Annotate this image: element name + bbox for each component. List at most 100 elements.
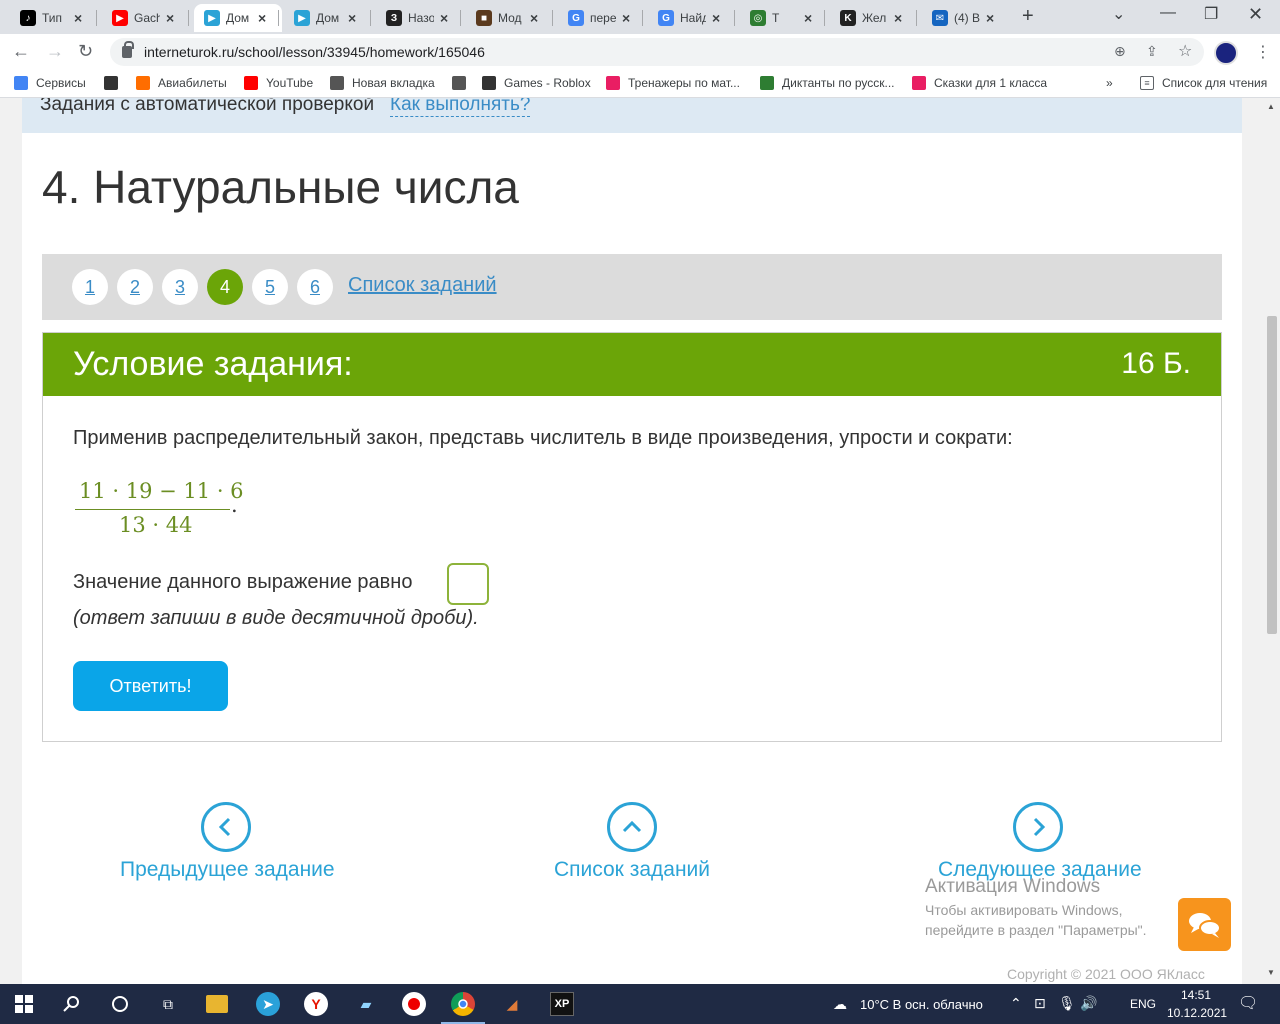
close-window-icon[interactable]: ✕	[1248, 4, 1263, 25]
notifications-icon[interactable]: 🗨	[1238, 993, 1258, 1013]
app-bird-icon[interactable]: ◢	[500, 992, 524, 1016]
microphone-icon[interactable]: 🎙	[1058, 995, 1076, 1012]
bookmark-item[interactable]: Games - Roblox	[482, 76, 591, 90]
forward-icon[interactable]: →	[46, 41, 64, 62]
restore-icon[interactable]: ❐	[1204, 4, 1218, 24]
browser-tab[interactable]: K Жел ×	[830, 4, 916, 32]
bookmark-item[interactable]: Диктанты по русск...	[760, 76, 895, 90]
minecraft-icon: ■	[476, 10, 492, 26]
scroll-thumb[interactable]	[1267, 316, 1277, 634]
recorder-icon[interactable]	[402, 992, 426, 1016]
task-list-link[interactable]: Список заданий	[348, 274, 497, 297]
browser-tab[interactable]: ▶ Дом ×	[194, 4, 282, 32]
reload-icon[interactable]: ↻	[78, 41, 93, 62]
page-number-2[interactable]: 2	[117, 269, 153, 305]
scroll-down-icon[interactable]: ▼	[1267, 968, 1275, 977]
page-number-4[interactable]: 4	[207, 269, 243, 305]
tab-close-icon[interactable]: ×	[74, 10, 82, 26]
bookmark-item[interactable]	[452, 76, 474, 90]
tab-close-icon[interactable]: ×	[894, 10, 902, 26]
volume-icon[interactable]: 🔊	[1080, 995, 1097, 1012]
bookmarks-more-icon[interactable]: »	[1106, 76, 1113, 90]
browser-tab[interactable]: ◎ Т ×	[740, 4, 826, 32]
bookmark-star-icon[interactable]: ☆	[1178, 41, 1192, 61]
page-number-1[interactable]: 1	[72, 269, 108, 305]
browser-tab[interactable]: ▶ Дом ×	[284, 4, 370, 32]
back-icon[interactable]: ←	[12, 41, 30, 62]
bookmark-item[interactable]: Авиабилеты	[136, 76, 227, 90]
bookmark-item[interactable]: Новая вкладка	[330, 76, 435, 90]
task-view-icon[interactable]: ⧉	[156, 992, 180, 1016]
telegram-icon[interactable]: ➤	[256, 992, 280, 1016]
weather-icon[interactable]: ☁	[828, 992, 852, 1016]
bookmark-item[interactable]	[104, 76, 126, 90]
tab-close-icon[interactable]: ×	[986, 10, 994, 26]
browser-tab[interactable]: ■ Мод ×	[466, 4, 552, 32]
flamingo-icon	[912, 76, 926, 90]
globe-icon	[330, 76, 344, 90]
answer-input[interactable]	[447, 563, 489, 605]
bookmark-item[interactable]: Сказки для 1 класса	[912, 76, 1047, 90]
bookmark-item[interactable]: Сервисы	[14, 76, 86, 90]
bookmark-item[interactable]: YouTube	[244, 76, 313, 90]
tab-close-icon[interactable]: ×	[348, 10, 356, 26]
next-task-icon[interactable]	[1013, 802, 1063, 852]
tab-close-icon[interactable]: ×	[166, 10, 174, 26]
tab-separator	[916, 10, 917, 26]
tab-close-icon[interactable]: ×	[440, 10, 448, 26]
tab-close-icon[interactable]: ×	[258, 10, 266, 26]
tab-close-icon[interactable]: ×	[804, 10, 812, 26]
tab-close-icon[interactable]: ×	[622, 10, 630, 26]
page-scrollbar[interactable]: ▲ ▼	[1264, 98, 1280, 984]
tab-close-icon[interactable]: ×	[530, 10, 538, 26]
share-icon[interactable]: ⇪	[1146, 43, 1158, 60]
page-viewport: Задания с автоматической проверкой Как в…	[0, 98, 1264, 984]
lock-icon[interactable]	[122, 41, 134, 58]
language-indicator[interactable]: ENG	[1130, 997, 1156, 1011]
chrome-icon[interactable]	[451, 992, 475, 1016]
file-explorer-icon[interactable]	[206, 995, 228, 1013]
reading-list-button[interactable]: ≡ Список для чтения	[1140, 76, 1267, 90]
browser-tab[interactable]: ✉ (4) В ×	[922, 4, 1008, 32]
cortana-icon[interactable]	[108, 992, 132, 1016]
browser-tab[interactable]: ▶ Gach ×	[102, 4, 188, 32]
minimize-icon[interactable]: —	[1160, 4, 1176, 22]
browser-tab[interactable]: Gпере ×	[558, 4, 644, 32]
menu-dots-icon[interactable]: ⋮	[1255, 42, 1271, 62]
network-icon[interactable]: ⊡	[1034, 995, 1046, 1012]
tab-title: Найд	[680, 11, 706, 25]
submit-button[interactable]: Ответить!	[73, 661, 228, 711]
bookmark-item[interactable]: Тренажеры по мат...	[606, 76, 740, 90]
page-number-3[interactable]: 3	[162, 269, 198, 305]
clock-date[interactable]: 10.12.2021	[1167, 1006, 1227, 1020]
page-title: 4. Натуральные числа	[42, 161, 519, 213]
new-tab-icon[interactable]: +	[1022, 5, 1034, 28]
search-icon[interactable]	[60, 992, 84, 1016]
clock-time[interactable]: 14:51	[1181, 988, 1211, 1002]
task-list-icon[interactable]	[607, 802, 657, 852]
prev-task-icon[interactable]	[201, 802, 251, 852]
howto-link[interactable]: Как выполнять?	[390, 98, 531, 117]
browser-tab[interactable]: ♪ Тип ×	[10, 4, 96, 32]
chat-button[interactable]	[1178, 898, 1231, 951]
page-number-5[interactable]: 5	[252, 269, 288, 305]
profile-avatar[interactable]	[1214, 41, 1238, 65]
prev-task-link[interactable]: Предыдущее задание	[120, 858, 335, 882]
windows-start-icon[interactable]	[12, 992, 36, 1016]
scroll-up-icon[interactable]: ▲	[1267, 102, 1275, 111]
address-bar[interactable]: interneturok.ru/school/lesson/33945/home…	[110, 38, 1204, 66]
tab-title: Gach	[134, 11, 160, 25]
fraction-bar	[75, 509, 230, 510]
task-list-bottom-link[interactable]: Список заданий	[554, 858, 710, 882]
yandex-icon[interactable]: Y	[304, 992, 328, 1016]
browser-tab[interactable]: G Найд ×	[648, 4, 734, 32]
weather-text[interactable]: 10°C В осн. облачно	[860, 997, 983, 1012]
tab-close-icon[interactable]: ×	[712, 10, 720, 26]
zoom-icon[interactable]: ⊕	[1114, 43, 1126, 60]
page-number-6[interactable]: 6	[297, 269, 333, 305]
browser-tab[interactable]: З Назо ×	[376, 4, 462, 32]
notes-icon[interactable]: ▰	[354, 992, 378, 1016]
tray-expand-icon[interactable]: ⌃	[1010, 995, 1022, 1012]
xp-app-icon[interactable]: XP	[550, 992, 574, 1016]
tab-search-icon[interactable]: ⌄	[1112, 4, 1125, 24]
